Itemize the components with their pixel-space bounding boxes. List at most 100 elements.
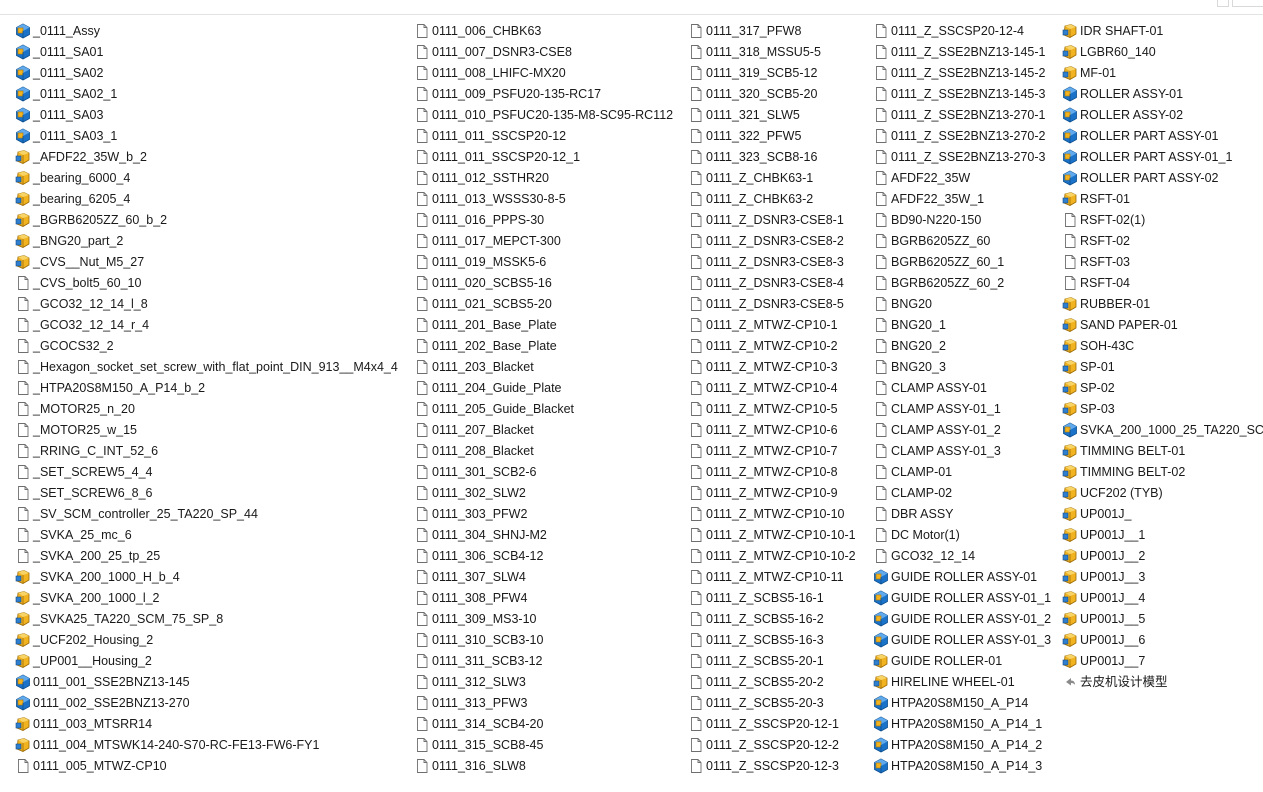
file-item[interactable]: DC Motor(1) xyxy=(873,525,960,546)
file-item[interactable]: 0111_302_SLW2 xyxy=(414,483,526,504)
file-item[interactable]: 0111_Z_SCBS5-20-2 xyxy=(688,672,824,693)
file-item[interactable]: HTPA20S8M150_A_P14_3 xyxy=(873,756,1042,777)
file-item[interactable]: 0111_005_MTWZ-CP10 xyxy=(15,756,167,777)
file-item[interactable]: 0111_201_Base_Plate xyxy=(414,315,557,336)
file-item[interactable]: TIMMING BELT-01 xyxy=(1062,441,1185,462)
file-item[interactable]: 0111_Z_MTWZ-CP10-8 xyxy=(688,462,838,483)
file-item[interactable]: 0111_Z_SSCSP20-12-4 xyxy=(873,21,1024,42)
file-item[interactable]: UP001J__3 xyxy=(1062,567,1145,588)
file-item[interactable]: 0111_008_LHIFC-MX20 xyxy=(414,63,566,84)
file-item[interactable]: RSFT-02 xyxy=(1062,231,1130,252)
file-item[interactable]: 0111_318_MSSU5-5 xyxy=(688,42,821,63)
file-item[interactable]: _SET_SCREW5_4_4 xyxy=(15,462,153,483)
file-item[interactable]: _0111_SA03 xyxy=(15,105,103,126)
file-item[interactable]: 0111_Z_MTWZ-CP10-10-2 xyxy=(688,546,856,567)
file-item[interactable]: _AFDF22_35W_b_2 xyxy=(15,147,147,168)
file-item[interactable]: 0111_Z_SSE2BNZ13-145-2 xyxy=(873,63,1046,84)
file-item[interactable]: 0111_304_SHNJ-M2 xyxy=(414,525,547,546)
file-item[interactable]: 0111_310_SCB3-10 xyxy=(414,630,543,651)
file-item[interactable]: 0111_207_Blacket xyxy=(414,420,534,441)
file-item[interactable]: 0111_Z_SSE2BNZ13-270-3 xyxy=(873,147,1046,168)
file-item[interactable]: ROLLER PART ASSY-01 xyxy=(1062,126,1219,147)
file-item[interactable]: RSFT-04 xyxy=(1062,273,1130,294)
file-item[interactable]: CLAMP-02 xyxy=(873,483,952,504)
file-item[interactable]: _GCO32_12_14_r_4 xyxy=(15,315,149,336)
file-item[interactable]: 0111_016_PPPS-30 xyxy=(414,210,544,231)
file-item[interactable]: 0111_Z_MTWZ-CP10-5 xyxy=(688,399,838,420)
file-item[interactable]: 0111_Z_CHBK63-1 xyxy=(688,168,813,189)
file-item[interactable]: 0111_003_MTSRR14 xyxy=(15,714,152,735)
file-item[interactable]: _CVS__Nut_M5_27 xyxy=(15,252,144,273)
file-item[interactable]: _MOTOR25_w_15 xyxy=(15,420,137,441)
file-item[interactable]: BD90-N220-150 xyxy=(873,210,981,231)
file-item[interactable]: 0111_Z_DSNR3-CSE8-2 xyxy=(688,231,844,252)
file-item[interactable]: AFDF22_35W xyxy=(873,168,970,189)
file-item[interactable]: CLAMP ASSY-01 xyxy=(873,378,987,399)
file-item[interactable]: GUIDE ROLLER ASSY-01_3 xyxy=(873,630,1051,651)
file-item[interactable]: HTPA20S8M150_A_P14_2 xyxy=(873,735,1042,756)
file-item[interactable]: _SET_SCREW6_8_6 xyxy=(15,483,153,504)
file-item[interactable]: 0111_Z_MTWZ-CP10-7 xyxy=(688,441,838,462)
file-item[interactable]: _CVS_bolt5_60_10 xyxy=(15,273,141,294)
file-item[interactable]: 0111_315_SCB8-45 xyxy=(414,735,543,756)
file-item[interactable]: 0111_203_Blacket xyxy=(414,357,534,378)
file-item[interactable]: 0111_319_SCB5-12 xyxy=(688,63,817,84)
file-item[interactable]: _0111_Assy xyxy=(15,21,100,42)
file-item[interactable]: TIMMING BELT-02 xyxy=(1062,462,1185,483)
file-item[interactable]: 0111_Z_SCBS5-16-1 xyxy=(688,588,824,609)
file-item[interactable]: 0111_Z_SSE2BNZ13-270-2 xyxy=(873,126,1046,147)
file-item[interactable]: SP-01 xyxy=(1062,357,1115,378)
file-item[interactable]: _SVKA25_TA220_SCM_75_SP_8 xyxy=(15,609,223,630)
file-item[interactable]: _0111_SA01 xyxy=(15,42,103,63)
file-item[interactable]: GUIDE ROLLER ASSY-01 xyxy=(873,567,1037,588)
file-item[interactable]: 0111_Z_SSE2BNZ13-145-3 xyxy=(873,84,1046,105)
file-item[interactable]: 0111_Z_MTWZ-CP10-9 xyxy=(688,483,838,504)
file-item[interactable]: 0111_Z_SSCSP20-12-3 xyxy=(688,756,839,777)
file-item[interactable]: _Hexagon_socket_set_screw_with_flat_poin… xyxy=(15,357,398,378)
file-item[interactable]: 0111_309_MS3-10 xyxy=(414,609,536,630)
file-item[interactable]: 0111_Z_MTWZ-CP10-4 xyxy=(688,378,838,399)
file-item[interactable]: BNG20_3 xyxy=(873,357,946,378)
file-item[interactable]: 0111_323_SCB8-16 xyxy=(688,147,817,168)
file-item[interactable]: HIRELINE WHEEL-01 xyxy=(873,672,1015,693)
file-item[interactable]: _SV_SCM_controller_25_TA220_SP_44 xyxy=(15,504,258,525)
file-item[interactable]: 0111_Z_MTWZ-CP10-10 xyxy=(688,504,844,525)
file-item[interactable]: LGBR60_140 xyxy=(1062,42,1156,63)
file-item[interactable]: 0111_205_Guide_Blacket xyxy=(414,399,574,420)
file-item[interactable]: 0111_320_SCB5-20 xyxy=(688,84,817,105)
file-item[interactable]: RSFT-03 xyxy=(1062,252,1130,273)
file-item[interactable]: GUIDE ROLLER-01 xyxy=(873,651,1002,672)
file-item[interactable]: _RRING_C_INT_52_6 xyxy=(15,441,158,462)
file-item[interactable]: _bearing_6205_4 xyxy=(15,189,130,210)
file-item[interactable]: CLAMP ASSY-01_3 xyxy=(873,441,1001,462)
file-item[interactable]: BNG20_1 xyxy=(873,315,946,336)
file-item[interactable]: 0111_006_CHBK63 xyxy=(414,21,541,42)
file-item[interactable]: 0111_Z_SSCSP20-12-1 xyxy=(688,714,839,735)
file-item[interactable]: 0111_Z_MTWZ-CP10-6 xyxy=(688,420,838,441)
file-item[interactable]: BGRB6205ZZ_60_2 xyxy=(873,273,1004,294)
file-item[interactable]: GUIDE ROLLER ASSY-01_1 xyxy=(873,588,1051,609)
file-item[interactable]: 0111_204_Guide_Plate xyxy=(414,378,562,399)
file-item[interactable]: BNG20 xyxy=(873,294,932,315)
file-item[interactable]: 0111_001_SSE2BNZ13-145 xyxy=(15,672,190,693)
file-item[interactable]: ROLLER PART ASSY-01_1 xyxy=(1062,147,1232,168)
file-item[interactable]: SP-02 xyxy=(1062,378,1115,399)
file-item[interactable]: 0111_208_Blacket xyxy=(414,441,534,462)
file-item[interactable]: _SVKA_25_mc_6 xyxy=(15,525,132,546)
file-item[interactable]: 0111_322_PFW5 xyxy=(688,126,801,147)
file-item[interactable]: UP001J__6 xyxy=(1062,630,1145,651)
file-item[interactable]: UCF202 (TYB) xyxy=(1062,483,1163,504)
file-item[interactable]: 0111_301_SCB2-6 xyxy=(414,462,536,483)
file-item[interactable]: UP001J__1 xyxy=(1062,525,1145,546)
file-item[interactable]: 0111_308_PFW4 xyxy=(414,588,527,609)
file-item[interactable]: CLAMP-01 xyxy=(873,462,952,483)
file-item[interactable]: 0111_017_MEPCT-300 xyxy=(414,231,561,252)
file-item[interactable]: 0111_021_SCBS5-20 xyxy=(414,294,552,315)
file-item[interactable]: DBR ASSY xyxy=(873,504,954,525)
file-item[interactable]: 0111_Z_MTWZ-CP10-3 xyxy=(688,357,838,378)
file-item[interactable]: 0111_Z_SSCSP20-12-2 xyxy=(688,735,839,756)
file-item[interactable]: 0111_011_SSCSP20-12 xyxy=(414,126,566,147)
file-item[interactable]: _bearing_6000_4 xyxy=(15,168,130,189)
file-item[interactable]: BGRB6205ZZ_60_1 xyxy=(873,252,1004,273)
file-item[interactable]: RSFT-01 xyxy=(1062,189,1130,210)
